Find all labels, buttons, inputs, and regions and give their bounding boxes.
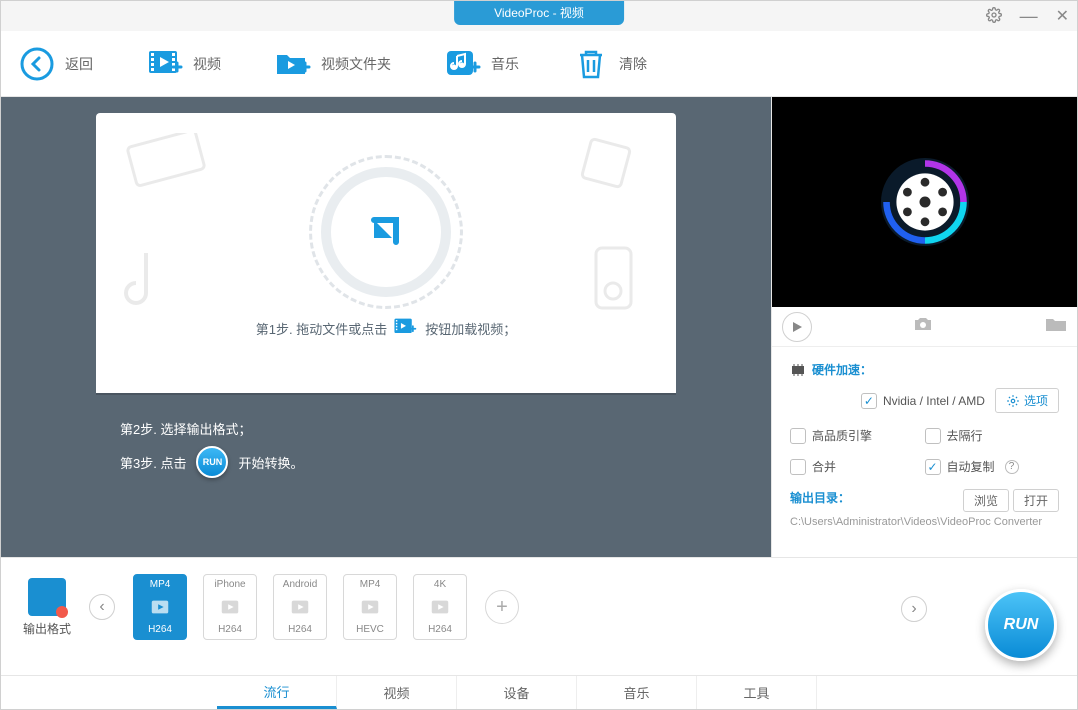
tab-0[interactable]: 流行 xyxy=(217,676,337,709)
right-panel: 硬件加速： ✓Nvidia / Intel / AMD 选项 高品质引擎 去隔行… xyxy=(771,97,1077,557)
settings-gear-icon[interactable] xyxy=(986,7,1002,26)
deinterlace-checkbox[interactable]: 去隔行 xyxy=(925,427,1060,444)
main-area: 第1步. 拖动文件或点击 按钮加载视频； 第2步. 选择输出格式； 第3步. 点… xyxy=(1,97,1077,557)
gpu-checkbox[interactable]: ✓Nvidia / Intel / AMD xyxy=(861,393,985,409)
autocopy-checkbox[interactable]: ✓自动复制? xyxy=(925,458,1060,475)
next-format-button[interactable]: › xyxy=(901,596,927,622)
format-strip: 输出格式 ‹ MP4H264 iPhoneH264 AndroidH264 MP4HE… xyxy=(1,558,1077,640)
preview-area xyxy=(772,97,1077,307)
tab-2[interactable]: 设备 xyxy=(457,676,577,709)
format-card-iphone-h264[interactable]: iPhoneH264 xyxy=(203,574,257,640)
chip-icon xyxy=(790,364,806,376)
back-icon xyxy=(19,46,55,82)
add-format-button[interactable]: + xyxy=(485,590,519,624)
bottom-panel: 输出格式 ‹ MP4H264 iPhoneH264 AndroidH264 MP4HE… xyxy=(1,557,1077,709)
step3-text: 第3步. 点击 RUN 开始转换。 xyxy=(120,446,652,478)
titlebar: VideoProc - 视频 — ✕ xyxy=(1,1,1077,31)
back-button[interactable]: 返回 xyxy=(19,46,93,82)
back-label: 返回 xyxy=(65,54,93,74)
browse-button[interactable]: 浏览 xyxy=(963,489,1009,512)
add-video-button[interactable]: 视频 xyxy=(147,46,221,82)
main-toolbar: 返回 视频 视频文件夹 音乐 清除 xyxy=(1,31,1077,97)
output-format-label: 输出格式 xyxy=(23,578,71,637)
music-icon xyxy=(445,46,481,82)
hw-title: 硬件加速： xyxy=(790,361,1059,378)
clear-button[interactable]: 清除 xyxy=(573,46,647,82)
prev-format-button[interactable]: ‹ xyxy=(89,594,115,620)
format-icon xyxy=(28,578,66,616)
format-card-mp4-hevc[interactable]: MP4HEVC xyxy=(343,574,397,640)
help-icon[interactable]: ? xyxy=(1005,460,1019,474)
hw-accel-panel: 硬件加速： ✓Nvidia / Intel / AMD 选项 高品质引擎 去隔行… xyxy=(772,347,1077,542)
merge-checkbox[interactable]: 合并 xyxy=(790,458,925,475)
tab-4[interactable]: 工具 xyxy=(697,676,817,709)
app-logo-icon xyxy=(870,147,980,257)
video-add-icon xyxy=(393,317,419,339)
open-button[interactable]: 打开 xyxy=(1013,489,1059,512)
preview-controls xyxy=(772,307,1077,347)
output-dir-row: 输出目录： 浏览 打开 C:\Users\Administrator\Video… xyxy=(790,489,1059,528)
tab-3[interactable]: 音乐 xyxy=(577,676,697,709)
format-card-4k-h264[interactable]: 4KH264 xyxy=(413,574,467,640)
run-mini-icon: RUN xyxy=(196,446,228,478)
window-title: VideoProc - 视频 xyxy=(454,1,624,25)
upload-circle-icon xyxy=(321,167,451,297)
video-icon xyxy=(147,46,183,82)
step2-text: 第2步. 选择输出格式； xyxy=(120,419,652,438)
play-button[interactable] xyxy=(782,312,812,342)
drop-zone[interactable]: 第1步. 拖动文件或点击 按钮加载视频； xyxy=(96,113,676,393)
music-label: 音乐 xyxy=(491,54,519,74)
instruction-card: 第1步. 拖动文件或点击 按钮加载视频； 第2步. 选择输出格式； 第3步. 点… xyxy=(96,113,676,502)
format-card-mp4-h264[interactable]: MP4H264 xyxy=(133,574,187,640)
output-label: 输出目录： xyxy=(790,489,850,506)
hq-engine-checkbox[interactable]: 高品质引擎 xyxy=(790,427,925,444)
minimize-button[interactable]: — xyxy=(1020,12,1038,20)
video-label: 视频 xyxy=(193,54,221,74)
add-folder-button[interactable]: 视频文件夹 xyxy=(275,46,391,82)
folder-icon xyxy=(275,46,311,82)
run-button[interactable]: RUN xyxy=(985,589,1057,661)
open-folder-icon[interactable] xyxy=(1045,316,1067,337)
steps-panel: 第2步. 选择输出格式； 第3步. 点击 RUN 开始转换。 xyxy=(96,393,676,502)
drop-zone-panel: 第1步. 拖动文件或点击 按钮加载视频； 第2步. 选择输出格式； 第3步. 点… xyxy=(1,97,771,557)
output-path: C:\Users\Administrator\Videos\VideoProc … xyxy=(790,516,1059,528)
hw-options-button[interactable]: 选项 xyxy=(995,388,1059,413)
clear-label: 清除 xyxy=(619,54,647,74)
trash-icon xyxy=(573,46,609,82)
tab-1[interactable]: 视频 xyxy=(337,676,457,709)
category-tabs: 流行视频设备音乐工具 xyxy=(1,675,1077,709)
add-music-button[interactable]: 音乐 xyxy=(445,46,519,82)
snapshot-icon[interactable] xyxy=(913,316,933,337)
format-card-android-h264[interactable]: AndroidH264 xyxy=(273,574,327,640)
folder-label: 视频文件夹 xyxy=(321,54,391,74)
gear-icon xyxy=(1006,394,1020,408)
step1-text: 第1步. 拖动文件或点击 按钮加载视频； xyxy=(256,317,516,339)
close-button[interactable]: ✕ xyxy=(1056,6,1069,26)
